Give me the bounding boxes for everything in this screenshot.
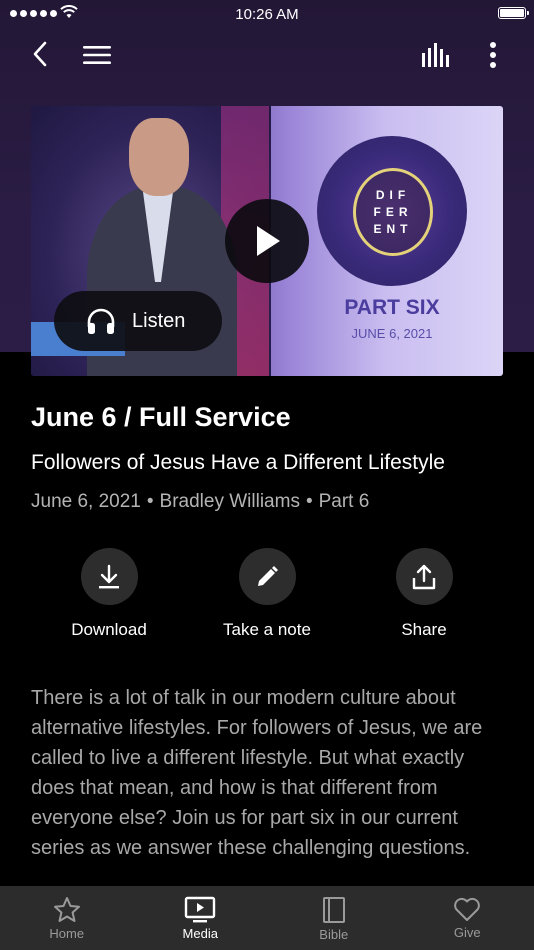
tab-give-label: Give: [453, 925, 481, 940]
sermon-speaker[interactable]: Bradley Williams: [160, 491, 300, 512]
share-button[interactable]: Share: [344, 548, 504, 640]
download-circle: [80, 548, 138, 605]
download-label: Download: [71, 620, 147, 639]
equalizer-icon: [422, 43, 449, 67]
play-button[interactable]: [225, 199, 309, 283]
heart-icon: [454, 897, 481, 921]
series-logo-line-2: FER: [373, 204, 413, 219]
download-icon: [99, 564, 119, 588]
series-logo-line-1: DIF: [375, 187, 411, 202]
speaker-head: [129, 118, 189, 196]
sermon-date: June 6, 2021: [31, 491, 141, 512]
sermon-subtitle: Followers of Jesus Have a Different Life…: [31, 451, 445, 474]
listen-label: Listen: [132, 309, 186, 332]
vertical-dots-icon: [490, 42, 496, 68]
download-button[interactable]: Download: [29, 548, 189, 640]
tab-give[interactable]: Give: [401, 886, 534, 950]
hamburger-menu-icon: [83, 46, 111, 64]
share-icon: [412, 564, 436, 589]
series-logo: DIF FER ENT: [353, 168, 433, 256]
share-label: Share: [401, 620, 447, 639]
listen-button[interactable]: Listen: [54, 291, 222, 351]
back-button[interactable]: [24, 38, 56, 70]
book-icon: [322, 897, 345, 923]
sermon-artwork: DIF FER ENT PART SIX JUNE 6, 2021 Listen: [31, 106, 503, 376]
chevron-left-icon: [33, 41, 47, 67]
take-note-circle: [238, 548, 296, 605]
series-logo-line-3: ENT: [373, 221, 413, 236]
sermon-part: Part 6: [318, 491, 370, 512]
battery-icon: [498, 7, 529, 19]
sermon-title: June 6 / Full Service: [31, 402, 291, 432]
meta-separator: •: [146, 491, 154, 512]
tv-play-icon: [185, 896, 216, 923]
tab-media-label: Media: [182, 926, 218, 941]
sermon-meta: June 6, 2021 • Bradley Williams • Part 6: [31, 491, 369, 513]
tab-media[interactable]: Media: [134, 886, 268, 950]
sermon-description: There is a lot of talk in our modern cul…: [31, 687, 483, 859]
share-circle: [395, 548, 453, 605]
tab-bar: Home Media Bible Give: [0, 886, 534, 950]
headphones-icon: [87, 308, 115, 334]
more-options-button[interactable]: [480, 38, 506, 72]
status-time: 10:26 AM: [235, 6, 299, 23]
take-note-button[interactable]: Take a note: [187, 548, 347, 640]
play-icon: [257, 226, 280, 256]
tab-bible-label: Bible: [319, 927, 349, 942]
take-note-label: Take a note: [223, 620, 311, 639]
meta-separator: •: [305, 491, 313, 512]
audio-button[interactable]: [418, 40, 454, 70]
tab-bible[interactable]: Bible: [267, 886, 401, 950]
star-icon: [53, 897, 80, 922]
status-bar: 10:26 AM: [0, 0, 534, 28]
series-part-date: JUNE 6, 2021: [351, 326, 433, 341]
tab-home-label: Home: [49, 926, 85, 941]
pencil-icon: [258, 565, 278, 586]
series-part-title: PART SIX: [344, 296, 440, 319]
menu-button[interactable]: [80, 40, 114, 70]
tab-home[interactable]: Home: [0, 886, 134, 950]
